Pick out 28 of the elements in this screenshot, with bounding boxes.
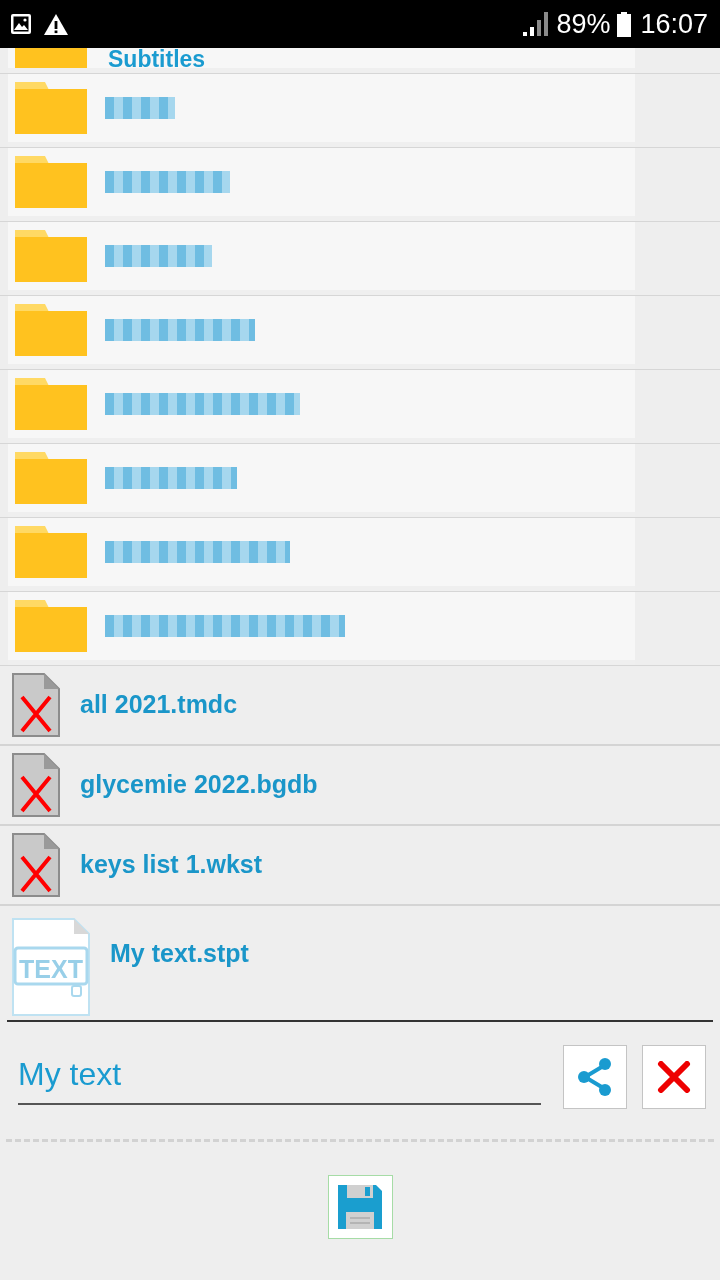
file-name[interactable]: My text.stpt <box>110 935 249 973</box>
close-button[interactable] <box>642 1045 706 1109</box>
broken-file-icon <box>12 673 60 737</box>
battery-percent: 89% <box>556 10 611 38</box>
file-name[interactable]: keys list 1.wkst <box>80 846 263 884</box>
broken-file-icon <box>12 753 60 817</box>
text-file-icon: TEXT <box>12 918 90 1016</box>
folder-icon <box>15 452 87 504</box>
close-icon <box>657 1061 691 1093</box>
folder-icon <box>15 378 87 430</box>
share-button[interactable] <box>563 1045 627 1109</box>
image-icon <box>10 13 32 35</box>
folder-name[interactable]: Subtitles <box>108 48 206 70</box>
signal-icon <box>523 12 549 36</box>
file-name[interactable]: glycemie 2022.bgdb <box>80 766 318 804</box>
folder-icon <box>15 304 87 356</box>
clock: 16:07 <box>640 10 708 38</box>
save-button[interactable] <box>327 1175 393 1239</box>
file-name[interactable]: all 2021.tmdc <box>80 686 238 724</box>
broken-file-icon <box>12 833 60 897</box>
folder-icon <box>15 82 87 134</box>
folder-icon <box>15 600 87 652</box>
folder-icon <box>15 156 87 208</box>
warning-icon <box>44 13 68 35</box>
folder-icon <box>15 230 87 282</box>
folder-icon <box>15 526 87 578</box>
battery-icon <box>617 11 632 37</box>
name-input[interactable]: My text <box>18 1045 541 1105</box>
